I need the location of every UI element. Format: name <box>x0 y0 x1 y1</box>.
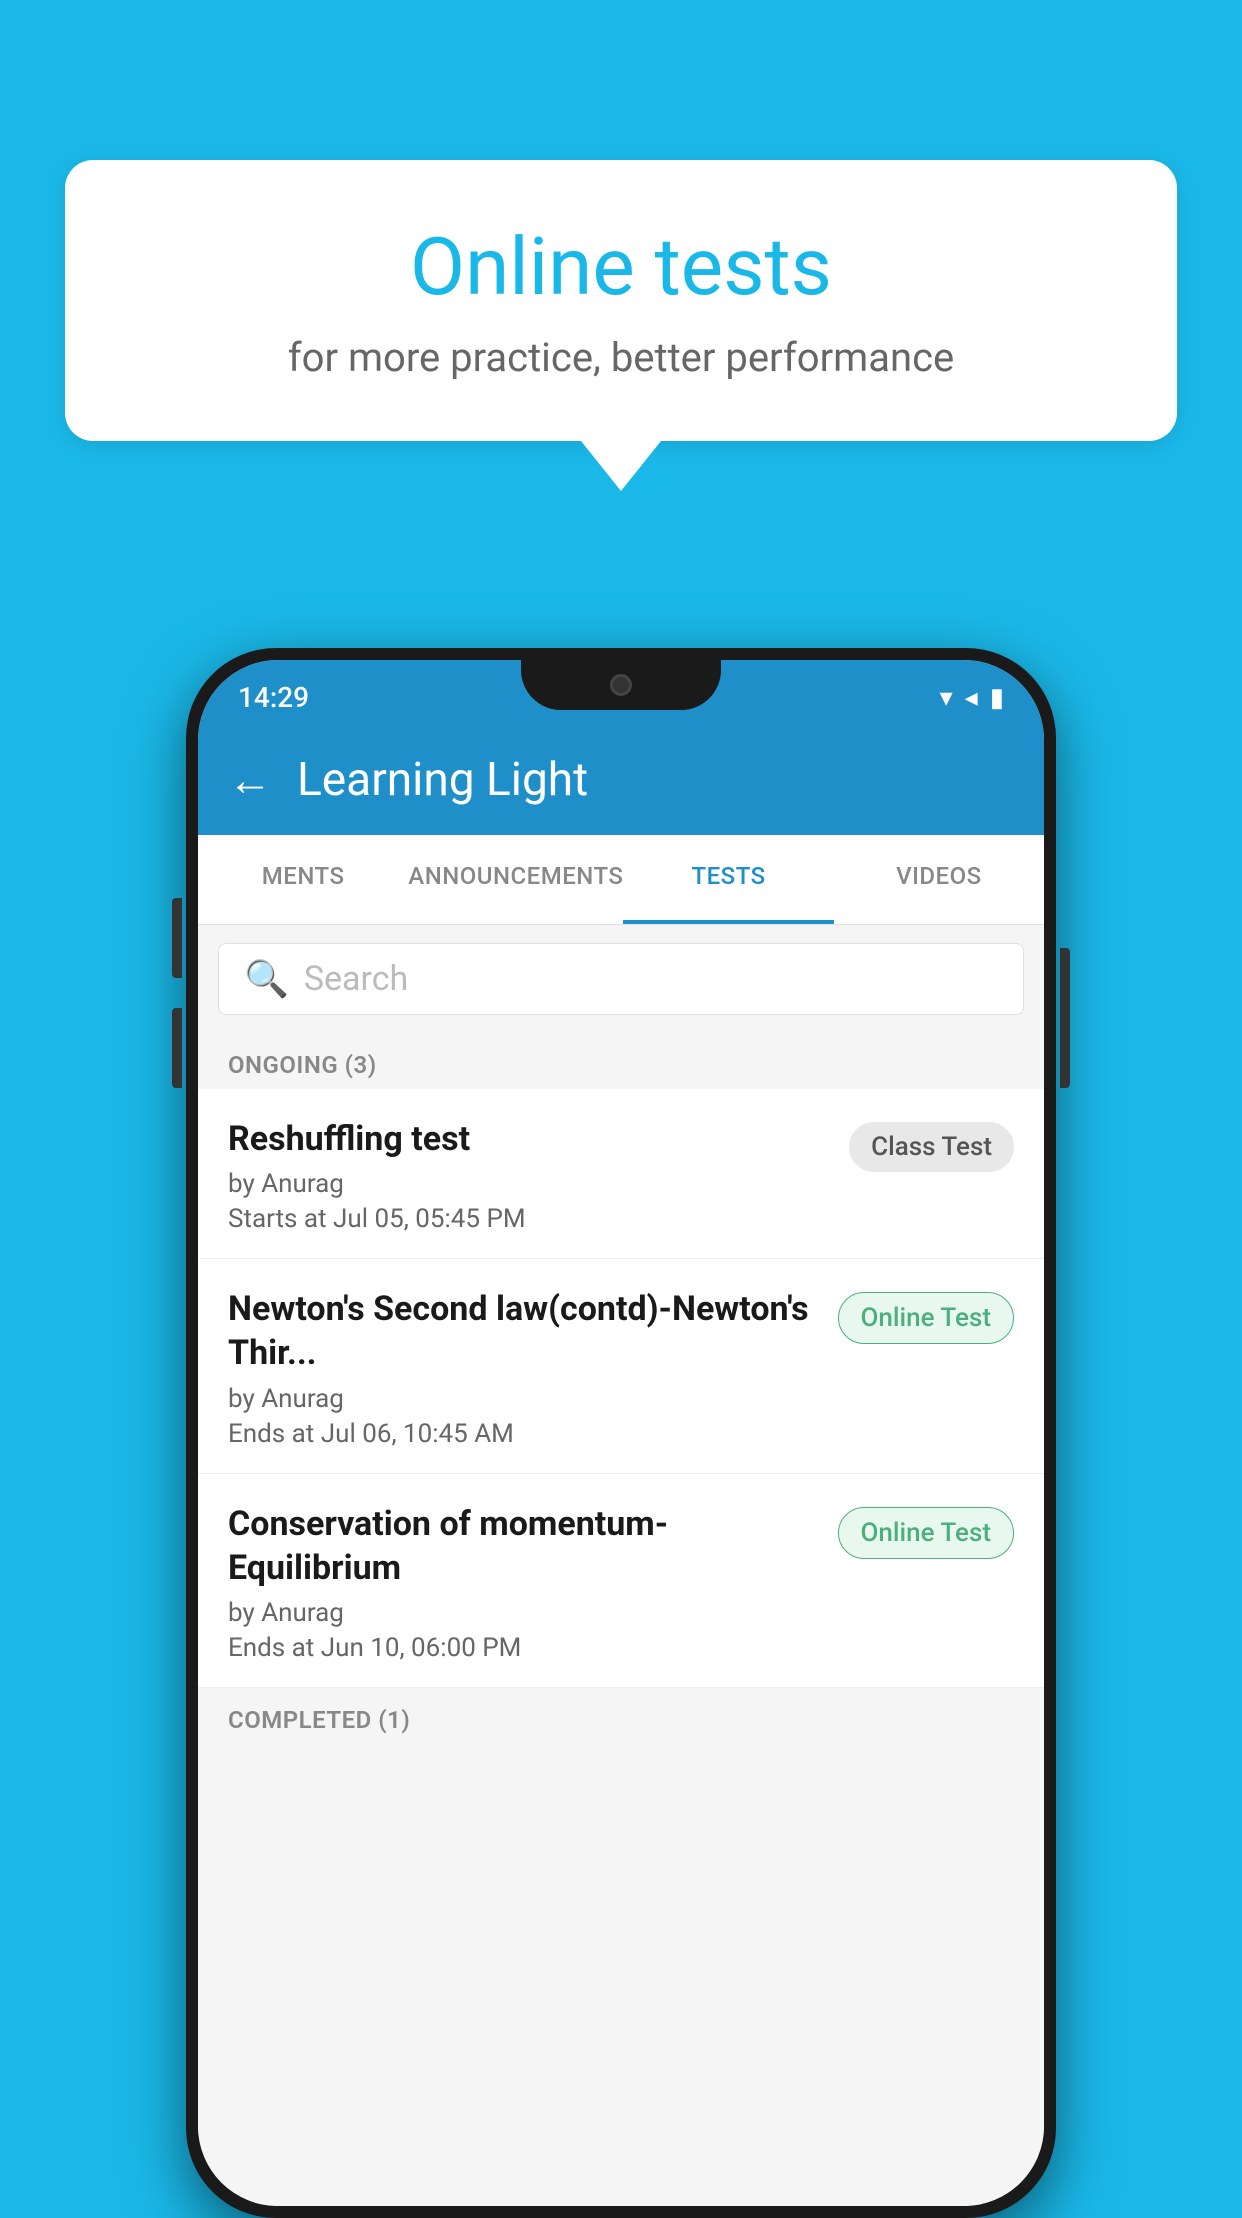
speech-bubble-title: Online tests <box>145 220 1097 314</box>
tab-ments[interactable]: MENTS <box>198 835 408 924</box>
back-button[interactable]: ← <box>228 754 272 806</box>
volume-up-button <box>172 898 182 978</box>
test-badge-newtons: Online Test <box>838 1292 1015 1344</box>
search-bar[interactable]: 🔍 Search <box>218 943 1024 1015</box>
speech-bubble-arrow <box>581 441 661 491</box>
wifi-icon: ▾ <box>940 683 953 713</box>
tab-announcements[interactable]: ANNOUNCEMENTS <box>408 835 623 924</box>
speech-bubble: Online tests for more practice, better p… <box>65 160 1177 441</box>
ongoing-section-header: ONGOING (3) <box>198 1033 1044 1089</box>
test-name-reshuffling: Reshuffling test <box>228 1117 829 1161</box>
status-time: 14:29 <box>238 681 309 714</box>
search-placeholder: Search <box>304 959 408 999</box>
battery-icon: ▮ <box>990 683 1004 713</box>
test-time-reshuffling: Starts at Jul 05, 05:45 PM <box>228 1204 829 1234</box>
app-bar: ← Learning Light <box>198 725 1044 835</box>
test-name-conservation: Conservation of momentum-Equilibrium <box>228 1502 818 1590</box>
test-badge-conservation: Online Test <box>838 1507 1015 1559</box>
tab-tests[interactable]: TESTS <box>623 835 833 924</box>
status-icons: ▾ ◂ ▮ <box>940 683 1004 713</box>
camera-icon <box>610 674 632 696</box>
search-container: 🔍 Search <box>198 925 1044 1033</box>
speech-bubble-subtitle: for more practice, better performance <box>145 334 1097 381</box>
test-author-conservation: by Anurag <box>228 1598 818 1628</box>
power-button <box>1060 948 1070 1088</box>
signal-icon: ◂ <box>965 683 978 713</box>
content-area: 🔍 Search ONGOING (3) Reshuffling test by… <box>198 925 1044 2206</box>
phone: 14:29 ▾ ◂ ▮ ← Learning Light MENTS ANNOU… <box>186 648 1056 2218</box>
phone-notch <box>521 660 721 710</box>
test-badge-reshuffling: Class Test <box>849 1122 1014 1172</box>
test-name-newtons: Newton's Second law(contd)-Newton's Thir… <box>228 1287 818 1375</box>
test-item-conservation[interactable]: Conservation of momentum-Equilibrium by … <box>198 1474 1044 1688</box>
test-info-reshuffling: Reshuffling test by Anurag Starts at Jul… <box>228 1117 849 1234</box>
search-icon: 🔍 <box>244 958 289 1000</box>
test-item-reshuffling[interactable]: Reshuffling test by Anurag Starts at Jul… <box>198 1089 1044 1259</box>
test-info-conservation: Conservation of momentum-Equilibrium by … <box>228 1502 838 1663</box>
speech-bubble-container: Online tests for more practice, better p… <box>65 160 1177 491</box>
phone-screen: 14:29 ▾ ◂ ▮ ← Learning Light MENTS ANNOU… <box>198 660 1044 2206</box>
test-time-conservation: Ends at Jun 10, 06:00 PM <box>228 1633 818 1663</box>
test-list: Reshuffling test by Anurag Starts at Jul… <box>198 1089 1044 1688</box>
test-item-newtons[interactable]: Newton's Second law(contd)-Newton's Thir… <box>198 1259 1044 1473</box>
test-author-reshuffling: by Anurag <box>228 1169 829 1199</box>
phone-wrapper: 14:29 ▾ ◂ ▮ ← Learning Light MENTS ANNOU… <box>186 648 1056 2218</box>
tab-videos[interactable]: VIDEOS <box>834 835 1044 924</box>
completed-section-header: COMPLETED (1) <box>198 1688 1044 1744</box>
test-time-newtons: Ends at Jul 06, 10:45 AM <box>228 1419 818 1449</box>
tabs-container: MENTS ANNOUNCEMENTS TESTS VIDEOS <box>198 835 1044 925</box>
test-info-newtons: Newton's Second law(contd)-Newton's Thir… <box>228 1287 838 1448</box>
test-author-newtons: by Anurag <box>228 1384 818 1414</box>
volume-down-button <box>172 1008 182 1088</box>
app-title: Learning Light <box>297 753 588 807</box>
